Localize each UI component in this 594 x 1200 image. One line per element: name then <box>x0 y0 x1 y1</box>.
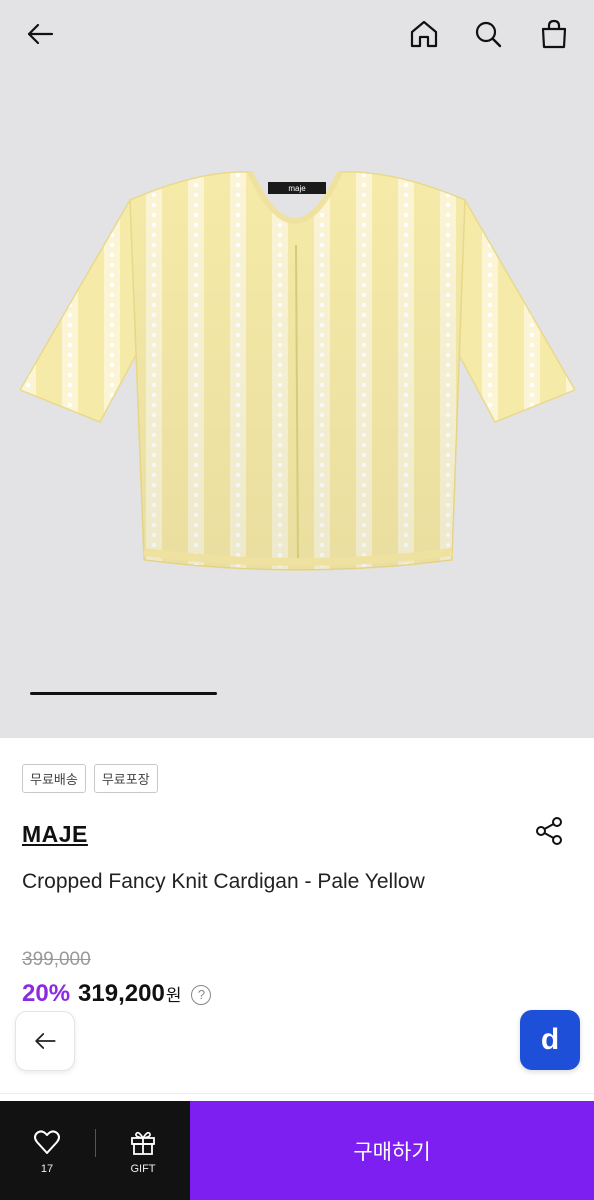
product-name: Cropped Fancy Knit Cardigan - Pale Yello… <box>22 870 425 893</box>
gallery-progress <box>30 692 564 695</box>
cardigan-image: maje <box>20 170 575 571</box>
wishlist-button[interactable]: 17 <box>0 1101 94 1200</box>
currency-unit: 원 <box>165 986 182 1006</box>
product-image[interactable]: maje <box>0 0 594 738</box>
discount-rate: 20% <box>22 980 71 1007</box>
divider <box>0 1093 594 1094</box>
search-icon <box>475 21 502 48</box>
price-row: 20% 319,200 원 ? <box>22 980 212 1008</box>
free-wrapping-tag: 무료포장 <box>93 764 158 793</box>
back-button[interactable] <box>18 12 62 56</box>
shopping-bag-icon <box>541 19 567 49</box>
bottom-left-group: 17 GIFT <box>0 1101 190 1200</box>
garment-label: maje <box>288 184 306 193</box>
gift-label: GIFT <box>130 1162 156 1175</box>
top-header <box>0 0 594 70</box>
gift-icon <box>131 1131 155 1155</box>
home-button[interactable] <box>402 12 446 56</box>
arrow-left-icon <box>35 1033 56 1049</box>
original-price: 399,000 <box>22 949 91 970</box>
cart-button[interactable] <box>532 12 576 56</box>
price-help-icon[interactable]: ? <box>191 984 212 1005</box>
benefit-tags: 무료배송 무료포장 <box>22 764 158 793</box>
share-icon[interactable] <box>532 814 566 848</box>
home-icon <box>410 20 438 48</box>
heart-icon <box>34 1129 60 1154</box>
buy-button[interactable]: 구매하기 <box>190 1101 594 1200</box>
sale-price: 319,200 <box>78 980 165 1007</box>
floating-back-button[interactable] <box>15 1011 75 1071</box>
search-button[interactable] <box>466 12 510 56</box>
wishlist-count: 17 <box>40 1162 54 1175</box>
gift-button[interactable]: GIFT <box>96 1101 190 1200</box>
brand-link[interactable]: MAJE <box>22 821 88 848</box>
app-badge-button[interactable]: d <box>520 1010 580 1070</box>
arrow-left-icon <box>27 23 54 45</box>
free-shipping-tag: 무료배송 <box>22 764 86 793</box>
gallery-progress-bar <box>30 692 217 695</box>
bottom-action-bar: 17 GIFT 구매하기 <box>0 1101 594 1200</box>
